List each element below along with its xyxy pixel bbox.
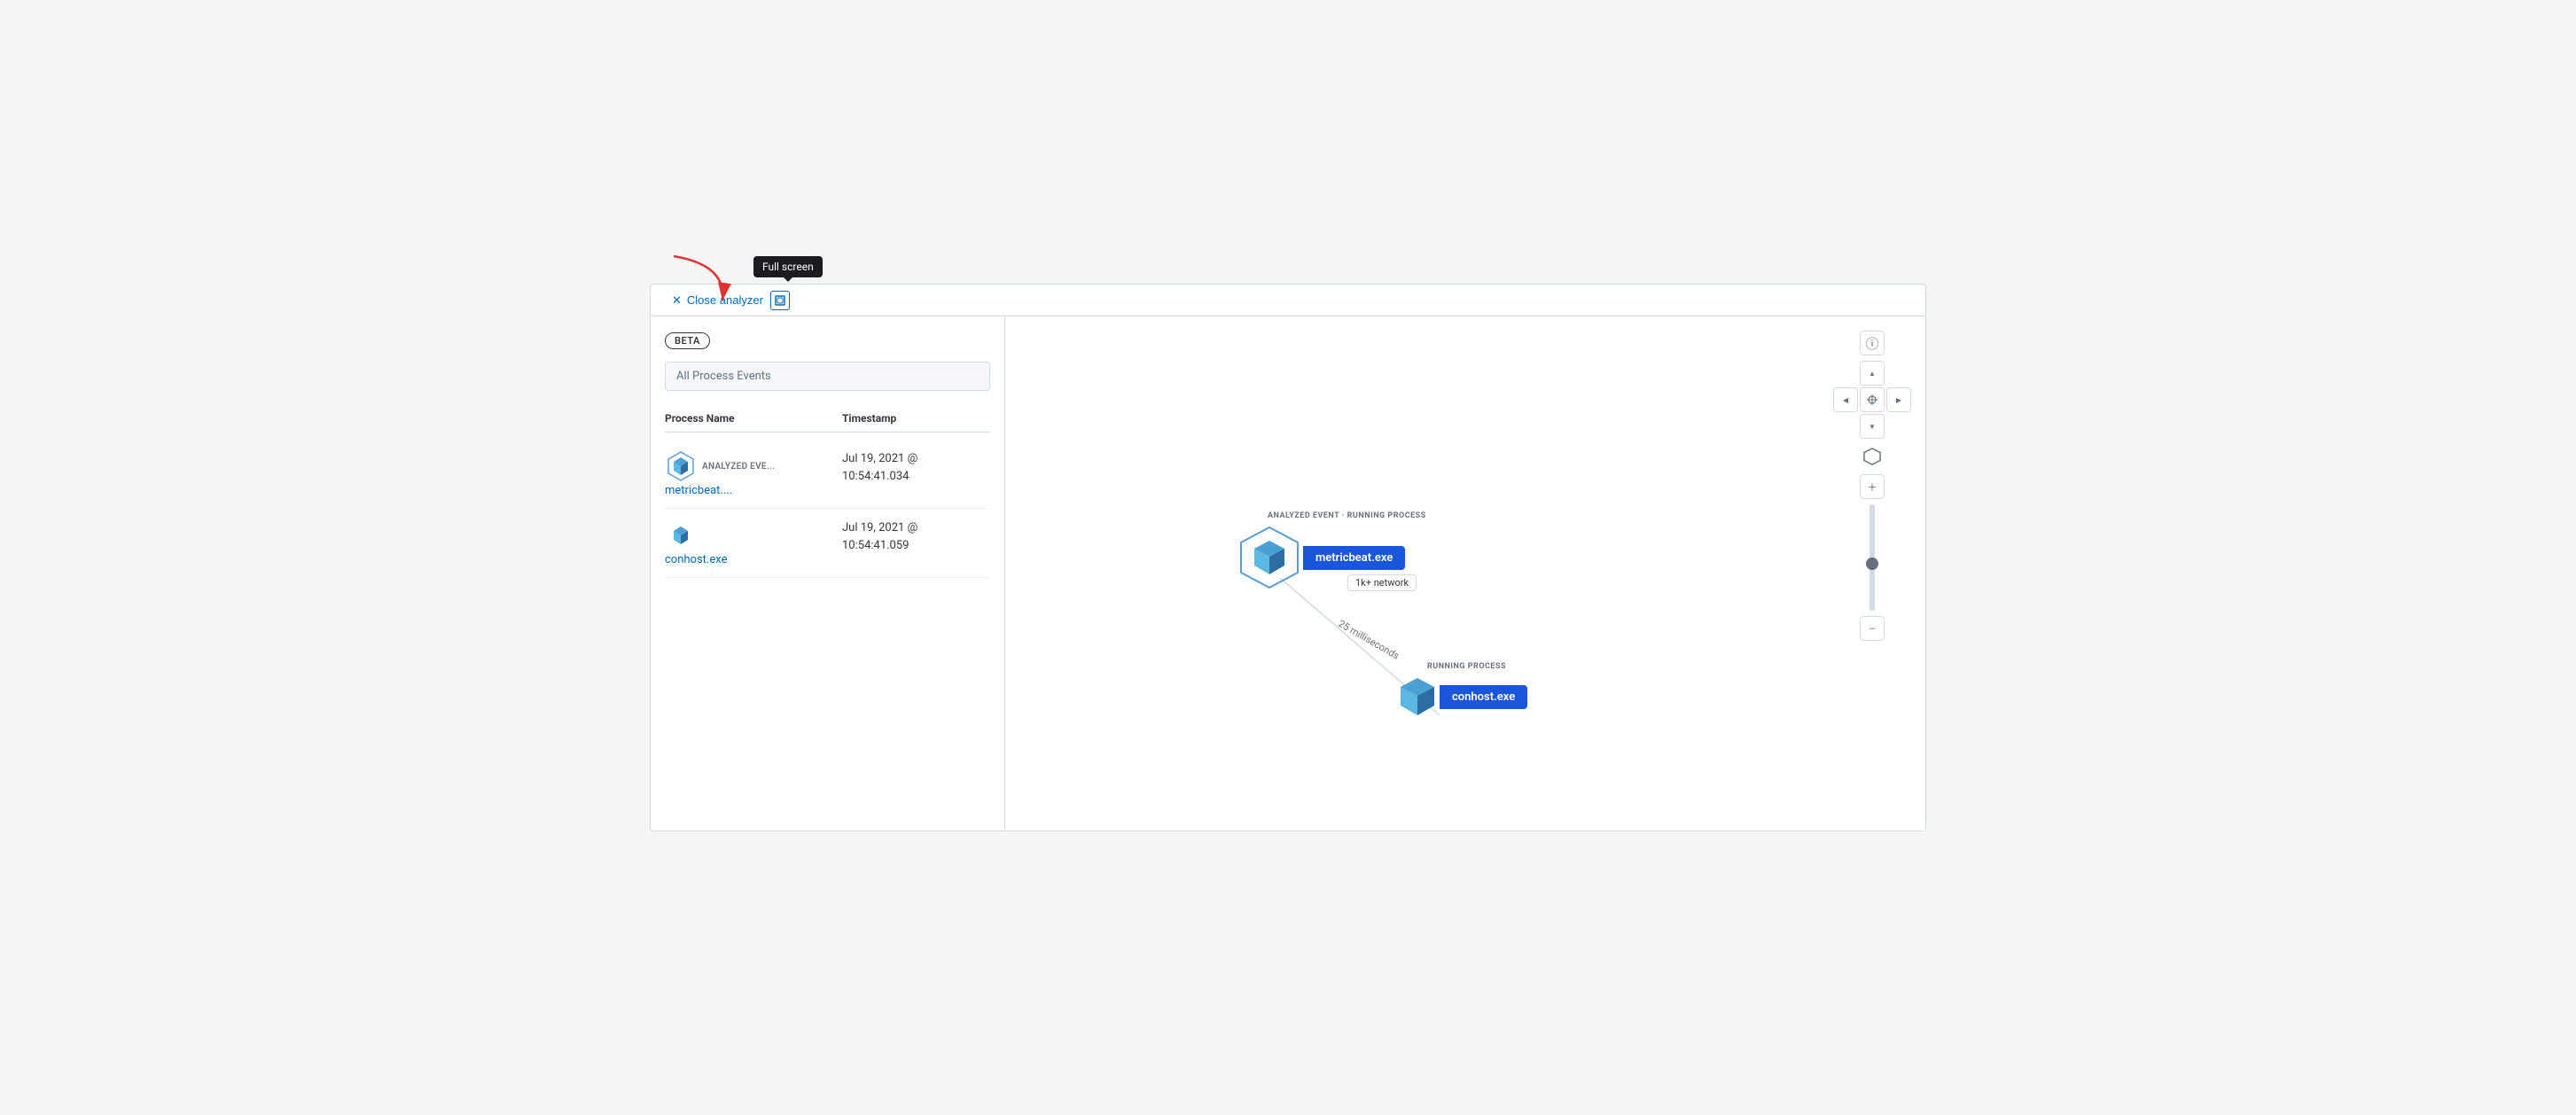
process-link-1[interactable]: metricbeat....	[665, 484, 789, 497]
arrow-decoration	[647, 247, 753, 318]
process-link-2[interactable]: conhost.exe	[665, 553, 789, 566]
event-label-text-1: ANALYZED EVE...	[702, 462, 775, 472]
zoom-slider[interactable]	[1870, 504, 1875, 611]
node-conhost-label[interactable]: conhost.exe	[1440, 685, 1527, 709]
fullscreen-icon	[774, 294, 786, 307]
event-label-2	[665, 519, 789, 551]
event-label-1: ANALYZED EVE...	[665, 450, 789, 482]
col-process-name: Process Name	[665, 412, 789, 425]
table-row: ANALYZED EVE... metricbeat.... Jul 19, 2…	[665, 440, 990, 509]
right-panel: 25 milliseconds ANALYZED EVENT · RUNNING…	[1005, 316, 1925, 830]
nav-left-button[interactable]: ◀	[1833, 387, 1858, 412]
crosshair-icon	[1867, 394, 1877, 405]
node-conhost-header: RUNNING PROCESS	[1427, 662, 1506, 671]
table-row: conhost.exe Jul 19, 2021 @ 10:54:41.059	[665, 509, 990, 578]
ts-line1-1: Jul 19, 2021 @	[842, 452, 917, 465]
nav-right-button[interactable]: ▶	[1886, 387, 1911, 412]
process-cell-1: ANALYZED EVE... metricbeat....	[665, 450, 789, 497]
main-container: Full screen ✕ Close analyzer	[650, 284, 1926, 831]
search-box[interactable]: All Process Events	[665, 362, 990, 391]
node-conhost-body: conhost.exe	[1395, 674, 1527, 719]
node-conhost: RUNNING PROCESS conhost.exe	[1395, 662, 1527, 719]
nav-up-button[interactable]: ▲	[1860, 361, 1885, 386]
cube-icon-1	[665, 450, 697, 482]
left-icon: ◀	[1843, 396, 1848, 404]
table-header: Process Name Timestamp	[665, 405, 990, 433]
timestamp-cell-2: Jul 19, 2021 @ 10:54:41.059	[842, 519, 990, 554]
hex-shape-button[interactable]	[1860, 444, 1885, 469]
node-metricbeat-body: metricbeat.exe 1k+ network	[1236, 524, 1405, 591]
cube-graph-conhost	[1395, 674, 1440, 719]
top-bar: Full screen ✕ Close analyzer	[651, 285, 1925, 316]
controls-panel: ⓘ ▲ ◀	[1833, 331, 1911, 641]
up-icon: ▲	[1869, 370, 1876, 378]
zoom-in-icon: +	[1868, 479, 1876, 495]
down-icon: ▼	[1869, 423, 1876, 431]
node-metricbeat-label[interactable]: metricbeat.exe	[1303, 546, 1405, 570]
hexagon-icon	[1862, 447, 1882, 466]
info-icon: ⓘ	[1865, 334, 1878, 353]
zoom-in-button[interactable]: +	[1860, 474, 1885, 499]
connector-svg	[1005, 316, 1925, 830]
cube-icon-2	[665, 519, 697, 551]
timestamp-cell-1: Jul 19, 2021 @ 10:54:41.034	[842, 450, 990, 485]
zoom-thumb[interactable]	[1866, 558, 1878, 570]
process-cell-2: conhost.exe	[665, 519, 789, 566]
close-analyzer-button[interactable]: ✕ Close analyzer	[672, 293, 763, 308]
hex-outline-icon	[1236, 524, 1303, 591]
ts-line1-2: Jul 19, 2021 @	[842, 521, 917, 534]
left-panel: BETA All Process Events Process Name Tim…	[651, 316, 1005, 830]
col-timestamp: Timestamp	[842, 412, 990, 425]
nav-down-button[interactable]: ▼	[1860, 414, 1885, 439]
node-metricbeat-header: ANALYZED EVENT · RUNNING PROCESS	[1268, 511, 1426, 520]
zoom-track	[1870, 504, 1875, 611]
main-content: BETA All Process Events Process Name Tim…	[651, 316, 1925, 830]
ts-line2-2: 10:54:41.059	[842, 539, 909, 552]
close-analyzer-label: Close analyzer	[687, 293, 763, 307]
ts-line2-1: 10:54:41.034	[842, 470, 909, 483]
fullscreen-tooltip: Full screen	[753, 256, 823, 277]
zoom-out-button[interactable]: −	[1860, 616, 1885, 641]
nav-center-button[interactable]	[1860, 387, 1885, 412]
close-x-icon: ✕	[672, 293, 682, 308]
fullscreen-button[interactable]	[770, 291, 790, 310]
node-network-badge: 1k+ network	[1347, 574, 1417, 591]
connector-label: 25 milliseconds	[1337, 618, 1401, 662]
info-button[interactable]: ⓘ	[1860, 331, 1885, 355]
node-metricbeat: ANALYZED EVENT · RUNNING PROCESS	[1236, 511, 1426, 591]
nav-pad: ▲ ◀ ▶	[1833, 361, 1911, 439]
right-icon: ▶	[1896, 396, 1901, 404]
zoom-out-icon: −	[1868, 620, 1876, 637]
beta-badge: BETA	[665, 332, 710, 349]
